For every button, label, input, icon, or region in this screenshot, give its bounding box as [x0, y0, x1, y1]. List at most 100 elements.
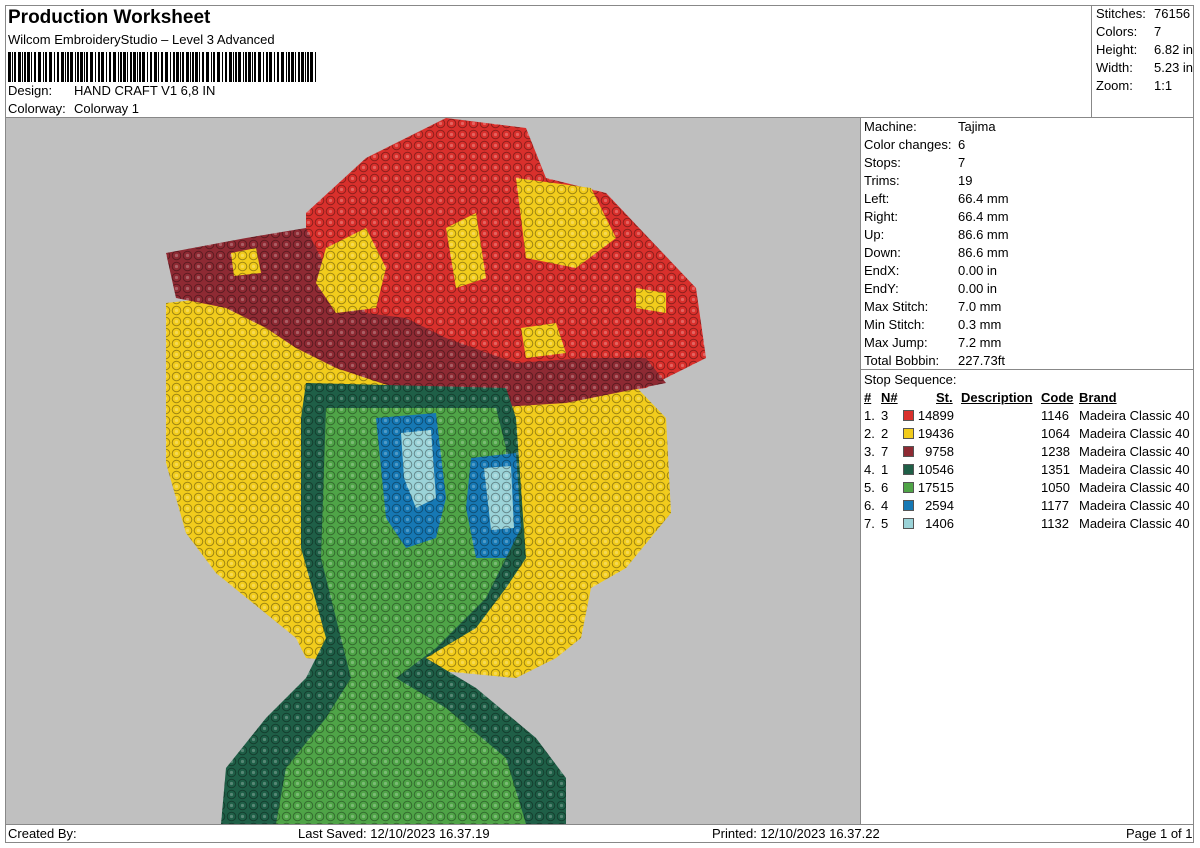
info-label: Left:	[864, 191, 890, 206]
thread-code: 1351	[1041, 462, 1070, 477]
stitch-count: 19436	[917, 426, 954, 441]
stitch-count: 9758	[925, 444, 954, 459]
page-number: Page 1 of 1	[1126, 826, 1193, 841]
info-value: 0.3 mm	[958, 317, 1002, 332]
info-label: Down:	[864, 245, 901, 260]
info-label: Color changes:	[864, 137, 952, 152]
info-label: Trims:	[864, 173, 900, 188]
info-value: 7	[958, 155, 966, 170]
colorway-value: Colorway 1	[74, 101, 140, 116]
zoom-label: Zoom:	[1096, 78, 1133, 93]
col-header-n: N#	[881, 390, 898, 405]
row-index: 1.	[864, 408, 875, 423]
last-saved: Last Saved: 12/10/2023 16.37.19	[298, 826, 490, 841]
thread-code: 1050	[1041, 480, 1070, 495]
colors-label: Colors:	[1096, 24, 1138, 39]
thread-code: 1132	[1041, 516, 1069, 531]
col-header-code: Code	[1041, 390, 1074, 405]
info-value: 66.4 mm	[958, 209, 1009, 224]
stop-sequence-row: 4. 1 10546 1351 Madeira Classic 40	[861, 462, 1194, 480]
stitches-label: Stitches:	[1096, 6, 1146, 21]
page-title: Production Worksheet	[8, 7, 211, 28]
info-label: EndX:	[864, 263, 900, 278]
info-label: Stops:	[864, 155, 901, 170]
colorway-label: Colorway:	[8, 101, 66, 116]
needle-number: 1	[881, 462, 889, 477]
info-label: Max Jump:	[864, 335, 928, 350]
thread-code: 1146	[1041, 408, 1069, 423]
stitch-count: 10546	[917, 462, 954, 477]
info-value: 19	[958, 173, 973, 188]
row-index: 7.	[864, 516, 875, 531]
needle-number: 3	[881, 408, 889, 423]
col-header-brand: Brand	[1079, 390, 1117, 405]
colors-value: 7	[1154, 24, 1162, 39]
info-label: Up:	[864, 227, 885, 242]
created-by: Created By:	[8, 826, 77, 841]
thread-brand: Madeira Classic 40	[1079, 480, 1190, 495]
stitch-texture	[231, 248, 261, 276]
info-label: Total Bobbin:	[864, 353, 940, 368]
info-label: Right:	[864, 209, 898, 224]
stop-sequence-title: Stop Sequence:	[864, 372, 957, 387]
col-header-num: #	[864, 390, 872, 405]
footer-divider	[5, 824, 1194, 825]
needle-number: 2	[881, 426, 889, 441]
row-index: 2.	[864, 426, 875, 441]
info-value: 7.0 mm	[958, 299, 1002, 314]
info-value: Tajima	[958, 119, 996, 134]
thread-code: 1177	[1041, 498, 1069, 513]
thread-brand: Madeira Classic 40	[1079, 462, 1190, 477]
row-index: 4.	[864, 462, 875, 477]
stop-sequence-row: 7. 5 1406 1132 Madeira Classic 40	[861, 516, 1194, 534]
barcode-image	[8, 52, 316, 82]
info-value: 227.73ft	[958, 353, 1005, 368]
thread-brand: Madeira Classic 40	[1079, 498, 1190, 513]
needle-number: 7	[881, 444, 889, 459]
thread-code: 1064	[1041, 426, 1070, 441]
thread-brand: Madeira Classic 40	[1079, 408, 1190, 423]
row-index: 3.	[864, 444, 875, 459]
thread-brand: Madeira Classic 40	[1079, 516, 1190, 531]
worksheet-header: Production Worksheet Wilcom EmbroiderySt…	[5, 5, 1092, 118]
col-header-description: Description	[961, 390, 1033, 405]
embroidery-artwork	[166, 118, 706, 824]
width-label: Width:	[1096, 60, 1133, 75]
info-separator	[861, 369, 1194, 370]
zoom-value: 1:1	[1154, 78, 1173, 93]
stitch-count: 17515	[917, 480, 954, 495]
design-preview	[6, 118, 860, 824]
info-label: EndY:	[864, 281, 899, 296]
info-value: 0.00 in	[958, 263, 998, 278]
info-value: 7.2 mm	[958, 335, 1002, 350]
needle-number: 5	[881, 516, 889, 531]
stop-sequence-row: 3. 7 9758 1238 Madeira Classic 40	[861, 444, 1194, 462]
height-label: Height:	[1096, 42, 1138, 57]
stitch-count: 14899	[917, 408, 954, 423]
info-value: 86.6 mm	[958, 227, 1009, 242]
stop-sequence-row: 2. 2 19436 1064 Madeira Classic 40	[861, 426, 1194, 444]
info-label: Min Stitch:	[864, 317, 925, 332]
stats-panel: Stitches: 76156 Colors: 7 Height: 6.82 i…	[1091, 5, 1194, 118]
design-value: HAND CRAFT V1 6,8 IN	[74, 83, 216, 98]
stitch-count: 2594	[925, 498, 954, 513]
design-label: Design:	[8, 83, 53, 98]
thread-brand: Madeira Classic 40	[1079, 426, 1190, 441]
needle-number: 4	[881, 498, 889, 513]
needle-number: 6	[881, 480, 889, 495]
printed-date: Printed: 12/10/2023 16.37.22	[712, 826, 880, 841]
stop-sequence-row: 6. 4 2594 1177 Madeira Classic 40	[861, 498, 1194, 516]
row-index: 5.	[864, 480, 875, 495]
info-label: Max Stitch:	[864, 299, 929, 314]
stitches-value: 76156	[1154, 6, 1191, 21]
width-value: 5.23 in	[1154, 60, 1194, 75]
software-name: Wilcom EmbroideryStudio – Level 3 Advanc…	[8, 32, 275, 47]
col-header-stitches: St.	[936, 390, 953, 405]
info-value: 86.6 mm	[958, 245, 1009, 260]
info-label: Machine:	[864, 119, 917, 134]
thread-brand: Madeira Classic 40	[1079, 444, 1190, 459]
info-value: 6	[958, 137, 966, 152]
stop-sequence-row: 5. 6 17515 1050 Madeira Classic 40	[861, 480, 1194, 498]
row-index: 6.	[864, 498, 875, 513]
height-value: 6.82 in	[1154, 42, 1194, 57]
